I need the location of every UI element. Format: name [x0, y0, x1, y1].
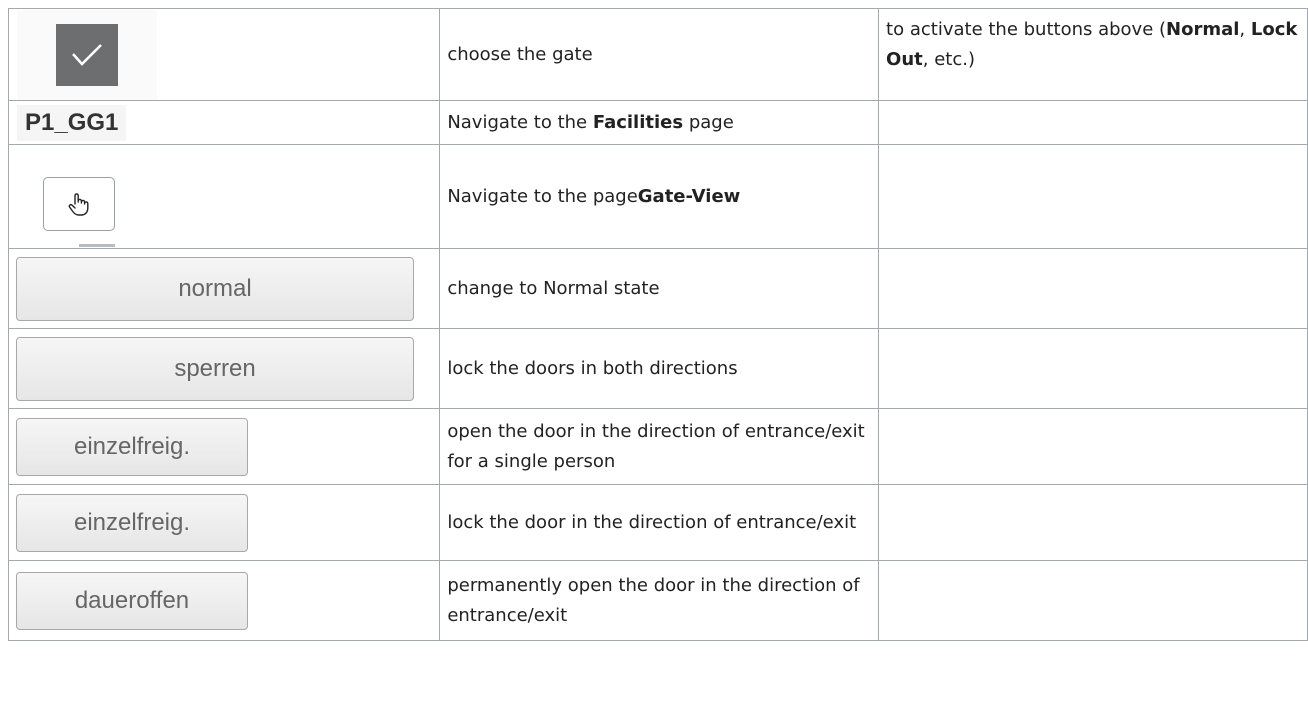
cell-icon [7, 144, 441, 249]
description-text: lock the doors in both directions [447, 357, 738, 379]
description-text: choose the gate [447, 43, 593, 65]
table-row: P1_GG1 Navigate to the Facilities page [7, 100, 1308, 145]
cell-description: open the door in the direction of entran… [439, 408, 880, 485]
cell-note [878, 408, 1308, 485]
cell-description: lock the doors in both directions [439, 328, 880, 409]
gate-label[interactable]: P1_GG1 [17, 104, 127, 141]
cell-description: Navigate to the Facilities page [439, 100, 880, 145]
cell-icon: sperren [7, 328, 441, 409]
cell-icon: normal [7, 248, 441, 329]
cell-description: change to Normal state [439, 248, 880, 329]
gate-view-image [17, 147, 139, 247]
description-text: Navigate to the page [447, 185, 638, 207]
note-text: to activate the buttons above ( [886, 19, 1167, 40]
cell-note [878, 560, 1308, 641]
cell-note [878, 248, 1308, 329]
table-row: choose the gate to activate the buttons … [7, 8, 1308, 101]
cell-description: lock the door in the direction of entran… [439, 484, 880, 561]
cell-icon: einzelfreig. [7, 484, 441, 561]
note-etc: , etc.) [922, 49, 975, 70]
einzelfreig-entrance-button[interactable]: einzelfreig. [16, 417, 248, 476]
table-row: einzelfreig. lock the door in the direct… [7, 484, 1308, 561]
gate-controls-table: choose the gate to activate the buttons … [7, 8, 1308, 641]
table-row: Navigate to the pageGate-View [7, 144, 1308, 249]
table-row: sperren lock the doors in both direction… [7, 328, 1308, 409]
cell-description: Navigate to the pageGate-View [439, 144, 880, 249]
description-text: lock the door in the direction of entran… [447, 511, 857, 533]
description-text: change to Normal state [447, 277, 660, 299]
checkbox-image [17, 9, 157, 100]
note-sep: , [1239, 19, 1251, 40]
sperren-button[interactable]: sperren [16, 336, 414, 401]
cell-description: permanently open the door in the directi… [439, 560, 880, 641]
cell-note: to activate the buttons above (Normal, L… [878, 8, 1308, 101]
cell-icon: einzelfreig. [7, 408, 441, 485]
description-text: open the door in the direction of entran… [447, 420, 865, 472]
normal-button[interactable]: normal [16, 256, 414, 321]
einzelfreig-lock-button[interactable]: einzelfreig. [16, 493, 248, 552]
table-row: normal change to Normal state [7, 248, 1308, 329]
cell-icon: daueroffen [7, 560, 441, 641]
daueroffen-button[interactable]: daueroffen [16, 571, 248, 630]
cell-icon: P1_GG1 [7, 100, 441, 145]
tab-indicator [79, 243, 115, 247]
cell-note [878, 328, 1308, 409]
cell-icon [7, 8, 441, 101]
table-row: einzelfreig. open the door in the direct… [7, 408, 1308, 485]
cell-note [878, 100, 1308, 145]
gate-view-button[interactable] [43, 176, 115, 231]
description-bold: Gate-View [637, 185, 741, 207]
checkmark-icon [72, 43, 102, 66]
cell-note [878, 484, 1308, 561]
description-text: permanently open the door in the directi… [447, 574, 860, 626]
description-text: Navigate to the [447, 111, 593, 133]
gate-select-checkbox[interactable] [56, 23, 118, 86]
cell-description: choose the gate [439, 8, 880, 101]
cell-note [878, 144, 1308, 249]
hand-pointer-icon [68, 192, 89, 216]
table-row: daueroffen permanently open the door in … [7, 560, 1308, 641]
note-normal: Normal [1166, 19, 1240, 40]
description-text-end: page [683, 111, 734, 133]
description-bold: Facilities [592, 111, 684, 133]
